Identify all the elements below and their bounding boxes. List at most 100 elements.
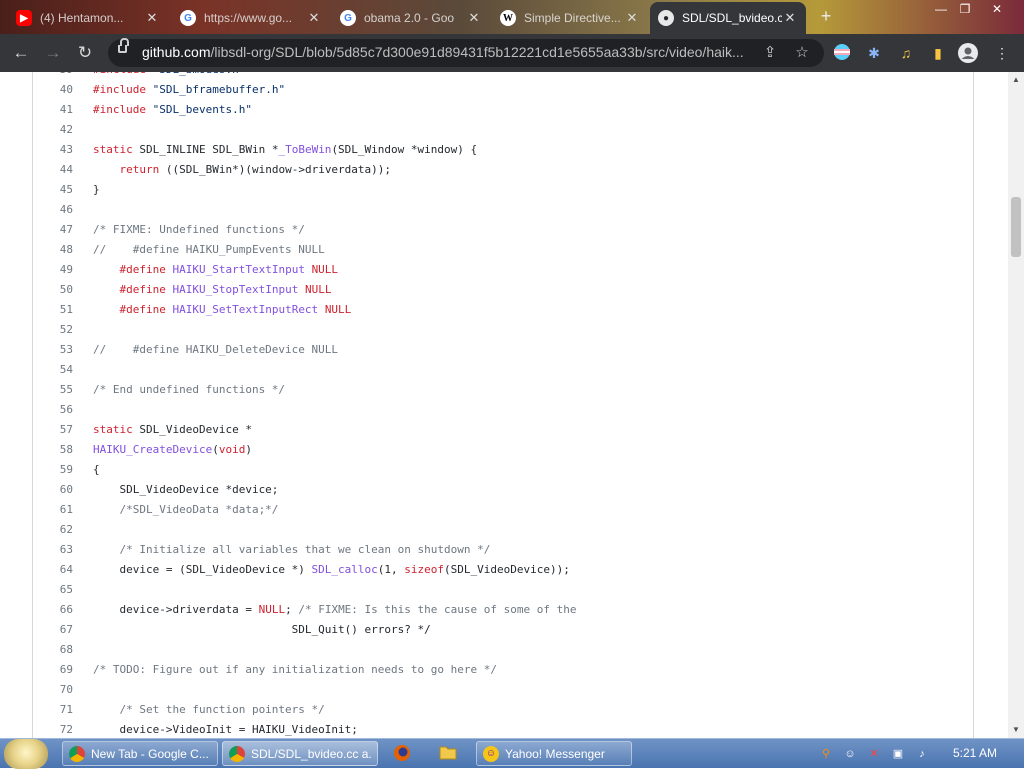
line-number[interactable]: 49 xyxy=(33,260,73,280)
line-number[interactable]: 40 xyxy=(33,80,73,100)
line-number[interactable]: 61 xyxy=(33,500,73,520)
line-number[interactable]: 39 xyxy=(33,72,73,80)
close-icon[interactable]: ✕ xyxy=(624,10,640,26)
line-number[interactable]: 63 xyxy=(33,540,73,560)
line-number[interactable]: 57 xyxy=(33,420,73,440)
code-text: return ((SDL_BWin*)(window->driverdata))… xyxy=(119,163,392,176)
clock[interactable]: 5:21 AM xyxy=(940,746,1010,760)
tab-title: SDL/SDL_bvideo.c xyxy=(682,11,782,25)
url-path: /libsdl-org/SDL/blob/5d85c7d300e91d89431… xyxy=(210,44,744,60)
close-icon[interactable]: ✕ xyxy=(466,10,482,26)
code-text: device->driverdata = NULL; /* FIXME: Is … xyxy=(93,603,577,616)
media-queue-icon[interactable]: ♫ xyxy=(896,43,916,63)
browser-toolbar: ← → ↻ github.com/libsdl-org/SDL/blob/5d8… xyxy=(0,34,1024,72)
line-number[interactable]: 70 xyxy=(33,680,73,700)
code-text: device->VideoInit = HAIKU_VideoInit; xyxy=(93,723,358,736)
line-number[interactable]: 68 xyxy=(33,640,73,660)
code-line: 41 #include "SDL_bevents.h" xyxy=(33,100,973,120)
bookmark-star-icon[interactable]: ☆ xyxy=(792,43,812,63)
line-number[interactable]: 66 xyxy=(33,600,73,620)
google-icon: G xyxy=(180,10,196,26)
tab-title: (4) Hentamon... xyxy=(40,11,124,25)
tab-github-active[interactable]: ● SDL/SDL_bvideo.c ✕ xyxy=(650,2,806,34)
extension-flag-icon[interactable] xyxy=(832,43,852,63)
line-number[interactable]: 69 xyxy=(33,660,73,680)
close-icon[interactable]: ✕ xyxy=(306,10,322,26)
share-icon[interactable]: ⇪ xyxy=(760,43,780,63)
line-number[interactable]: 72 xyxy=(33,720,73,738)
taskbar-window-yahoo[interactable]: ☺ Yahoo! Messenger xyxy=(476,741,632,766)
line-number[interactable]: 47 xyxy=(33,220,73,240)
yahoo-messenger-icon: ☺ xyxy=(483,745,499,762)
url-text[interactable]: github.com/libsdl-org/SDL/blob/5d85c7d30… xyxy=(142,44,744,60)
minimize-icon[interactable]: — xyxy=(928,0,954,18)
line-number[interactable]: 65 xyxy=(33,580,73,600)
side-panel-icon[interactable]: ▮ xyxy=(928,43,948,63)
maximize-icon[interactable]: ❐ xyxy=(952,0,978,18)
code-line: 64 device = (SDL_VideoDevice *) SDL_call… xyxy=(33,560,973,580)
reload-icon[interactable]: ↻ xyxy=(74,42,96,64)
extension-icon[interactable]: ✱ xyxy=(864,43,884,63)
start-button[interactable] xyxy=(4,739,48,769)
line-number[interactable]: 45 xyxy=(33,180,73,200)
menu-dots-icon[interactable]: ⋮ xyxy=(992,43,1012,63)
window-close-icon[interactable]: ✕ xyxy=(984,0,1010,18)
line-number[interactable]: 51 xyxy=(33,300,73,320)
network-icon[interactable]: ▣ xyxy=(890,746,906,762)
scroll-up-icon[interactable]: ▲ xyxy=(1008,74,1024,86)
code-line: 48 // #define HAIKU_PumpEvents NULL xyxy=(33,240,973,260)
tab-google-url[interactable]: G https://www.go... ✕ xyxy=(172,4,330,32)
line-number[interactable]: 64 xyxy=(33,560,73,580)
github-icon: ● xyxy=(658,10,674,26)
line-number[interactable]: 53 xyxy=(33,340,73,360)
volume-icon[interactable]: ♪ xyxy=(914,746,930,762)
line-number[interactable]: 54 xyxy=(33,360,73,380)
code-text: static SDL_INLINE SDL_BWin *_ToBeWin(SDL… xyxy=(93,143,478,156)
taskbar-window-new-tab[interactable]: New Tab - Google C... xyxy=(62,741,218,766)
code-line: 72 device->VideoInit = HAIKU_VideoInit; xyxy=(33,720,973,738)
code-line: 57 static SDL_VideoDevice * xyxy=(33,420,973,440)
line-number[interactable]: 67 xyxy=(33,620,73,640)
line-number[interactable]: 44 xyxy=(33,160,73,180)
back-icon[interactable]: ← xyxy=(10,42,32,64)
code-line: 39 #include "SDL_bmodes.h" xyxy=(33,72,973,80)
network-error-icon[interactable]: ✕ xyxy=(866,746,882,762)
profile-avatar-icon[interactable] xyxy=(958,43,978,63)
close-icon[interactable]: ✕ xyxy=(782,10,798,26)
line-number[interactable]: 42 xyxy=(33,120,73,140)
line-number[interactable]: 56 xyxy=(33,400,73,420)
code-line: 71 /* Set the function pointers */ xyxy=(33,700,973,720)
line-number[interactable]: 52 xyxy=(33,320,73,340)
line-number[interactable]: 46 xyxy=(33,200,73,220)
new-tab-button[interactable]: + xyxy=(816,6,836,26)
scroll-down-icon[interactable]: ▼ xyxy=(1008,724,1024,736)
code-text: /* End undefined functions */ xyxy=(93,383,286,396)
line-number[interactable]: 43 xyxy=(33,140,73,160)
forward-icon[interactable]: → xyxy=(42,42,64,64)
messenger-status-icon[interactable]: ☺ xyxy=(842,746,858,762)
line-number[interactable]: 48 xyxy=(33,240,73,260)
folder-icon[interactable] xyxy=(438,744,458,764)
code-line: 44 return ((SDL_BWin*)(window->driverdat… xyxy=(33,160,973,180)
address-bar[interactable]: github.com/libsdl-org/SDL/blob/5d85c7d30… xyxy=(108,38,824,67)
close-icon[interactable]: ✕ xyxy=(144,10,160,26)
tab-wikipedia[interactable]: W Simple Directive... ✕ xyxy=(492,4,648,32)
line-number[interactable]: 59 xyxy=(33,460,73,480)
line-number[interactable]: 50 xyxy=(33,280,73,300)
line-number[interactable]: 58 xyxy=(33,440,73,460)
line-number[interactable]: 55 xyxy=(33,380,73,400)
line-number[interactable]: 62 xyxy=(33,520,73,540)
line-number[interactable]: 41 xyxy=(33,100,73,120)
vertical-scrollbar[interactable]: ▲ ▼ xyxy=(1008,72,1024,738)
lock-icon[interactable] xyxy=(118,38,129,53)
line-number[interactable]: 71 xyxy=(33,700,73,720)
youtube-icon: ▶ xyxy=(16,10,32,26)
scrollbar-thumb[interactable] xyxy=(1011,197,1021,257)
tab-google-search[interactable]: G obama 2.0 - Goo ✕ xyxy=(332,4,490,32)
line-number[interactable]: 60 xyxy=(33,480,73,500)
firefox-icon[interactable] xyxy=(392,744,412,764)
search-icon[interactable]: ⚲ xyxy=(818,746,834,762)
code-text: SDL_VideoDevice *device; xyxy=(93,483,279,496)
taskbar-window-sdl[interactable]: SDL/SDL_bvideo.cc a... xyxy=(222,741,378,766)
tab-youtube[interactable]: ▶ (4) Hentamon... ✕ xyxy=(8,4,168,32)
